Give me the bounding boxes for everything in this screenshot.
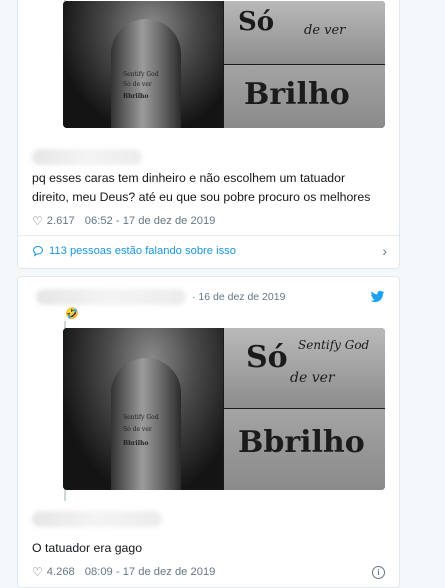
media-photo-torso[interactable]: Sentify God Só de ver Bbrilho bbox=[63, 328, 223, 490]
conversation-link[interactable]: 113 pessoas estão falando sobre isso › bbox=[32, 243, 387, 259]
twitter-bird-icon[interactable] bbox=[370, 289, 385, 304]
tattoo-brilho: Bbrilho bbox=[238, 425, 365, 460]
torso-tattoo: Só de ver bbox=[123, 426, 152, 433]
media-photo-closeup-top[interactable]: Só de ver Sentify God bbox=[224, 328, 385, 408]
redacted-username bbox=[32, 149, 142, 165]
tattoo-script: Sentify God bbox=[298, 338, 370, 352]
tattoo-so: Só bbox=[238, 7, 275, 37]
redacted-username bbox=[32, 511, 162, 527]
tweet-text: O tatuador era gago bbox=[32, 541, 143, 555]
torso-tattoo: Sentify God bbox=[123, 71, 159, 78]
tattoo-de-ver: de ver bbox=[290, 370, 335, 386]
tweet-date[interactable]: · 16 de dez de 2019 bbox=[192, 291, 285, 303]
tweet-timestamp[interactable]: 08:09 - 17 de dez de 2019 bbox=[85, 566, 216, 578]
tweet-text-line: pq esses caras tem dinheiro e não escolh… bbox=[32, 171, 346, 185]
tweet-text-line: direito, meu Deus? até eu que sou pobre … bbox=[32, 190, 371, 204]
info-icon[interactable]: i bbox=[372, 566, 385, 579]
like-count[interactable]: 4.268 bbox=[47, 566, 75, 578]
tweet-text: pq esses caras tem dinheiro e não escolh… bbox=[32, 169, 370, 207]
torso-tattoo: Sentify God bbox=[123, 414, 159, 421]
torso-tattoo: Só de ver bbox=[123, 81, 152, 88]
tweet-meta: ♡ 2.617 06:52 - 17 de dez de 2019 bbox=[32, 214, 215, 228]
chevron-right-icon[interactable]: › bbox=[382, 243, 387, 259]
tweet-timestamp[interactable]: 06:52 - 17 de dez de 2019 bbox=[85, 215, 216, 227]
laughing-emoji-icon: 🤣 bbox=[65, 308, 79, 320]
tattoo-so: Só bbox=[246, 340, 288, 375]
torso-tattoo: Bbrilho bbox=[123, 440, 149, 447]
tattoo-de-ver: de ver bbox=[304, 23, 346, 38]
heart-icon[interactable]: ♡ bbox=[32, 214, 43, 228]
redacted-username bbox=[36, 289, 186, 305]
media-photo-closeup-top[interactable]: Só de ver bbox=[224, 1, 385, 64]
like-count[interactable]: 2.617 bbox=[47, 215, 75, 227]
divider bbox=[18, 235, 399, 236]
media-photo-closeup-bottom[interactable]: Bbrilho bbox=[224, 409, 385, 490]
tattoo-brilho: Brilho bbox=[244, 77, 350, 112]
tweet-meta: ♡ 4.268 08:09 - 17 de dez de 2019 bbox=[32, 565, 215, 579]
tweet-card-2[interactable]: · 16 de dez de 2019 🤣 Sentify God Só de … bbox=[17, 276, 400, 588]
tweet-card-1[interactable]: Sentify God Só de ver Bbrilho Só de ver … bbox=[17, 0, 400, 269]
torso-tattoo: Bbrilho bbox=[123, 93, 149, 100]
conversation-text[interactable]: 113 pessoas estão falando sobre isso bbox=[49, 245, 236, 257]
torso-shape bbox=[111, 358, 181, 490]
tweet-media[interactable]: Sentify God Só de ver Bbrilho Só de ver … bbox=[63, 1, 385, 128]
heart-icon[interactable]: ♡ bbox=[32, 565, 43, 579]
media-photo-closeup-bottom[interactable]: Brilho bbox=[224, 65, 385, 128]
media-photo-torso[interactable]: Sentify God Só de ver Bbrilho bbox=[63, 1, 223, 128]
tweet-media[interactable]: Sentify God Só de ver Bbrilho Só de ver … bbox=[63, 328, 385, 490]
comment-icon bbox=[32, 245, 44, 257]
